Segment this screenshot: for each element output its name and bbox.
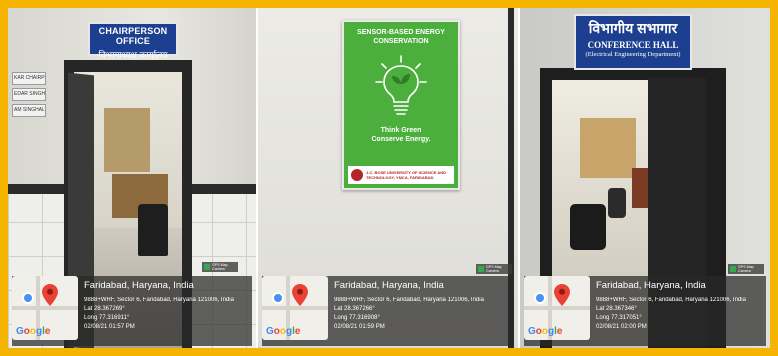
map-pin-icon xyxy=(554,284,570,306)
photo-conference-hall: विभागीय सभागार CONFERENCE HALL (Electric… xyxy=(520,8,770,348)
geotag-overlay: GPS Map Camera Google Faridabad, Haryana… xyxy=(12,262,252,346)
location-address: 9888+WRF, Sector 6, Faridabad, Haryana 1… xyxy=(596,297,746,303)
camera-app-icon xyxy=(478,266,484,272)
map-thumbnail: Google xyxy=(262,276,328,340)
office-sign: CHAIRPERSON OFFICE विभागाध्यक्ष कार्यालय xyxy=(88,22,178,60)
sign-department: (Electrical Engineering Department) xyxy=(585,51,681,58)
google-logo: Google xyxy=(528,326,563,337)
location-dot-icon xyxy=(534,292,546,304)
timestamp: 02/08/21 01:59 PM xyxy=(334,324,385,330)
name-plaque: EDAR SINGH xyxy=(12,88,46,101)
gps-camera-badge: GPS Map Camera xyxy=(476,264,512,274)
office-chair xyxy=(570,204,606,250)
photo-energy-board: SENSOR-BASED ENERGY CONSERVATION Think G… xyxy=(258,8,518,348)
geotag-overlay: GPS Map Camera Google Faridabad, Haryana… xyxy=(262,264,514,346)
energy-conservation-board: SENSOR-BASED ENERGY CONSERVATION Think G… xyxy=(342,20,460,190)
lightbulb-icon xyxy=(375,55,427,115)
name-plaque: KAR CHAIRPERSON xyxy=(12,72,46,85)
location-address: 9888+WRF, Sector 6, Faridabad, Haryana 1… xyxy=(84,297,234,303)
location-address: 9888+WRF, Sector 6, Faridabad, Haryana 1… xyxy=(334,297,484,303)
map-pin-icon xyxy=(42,284,58,306)
longitude: Long 77.316908° xyxy=(334,315,380,321)
location-city: Faridabad, Haryana, India xyxy=(334,280,444,291)
latitude: Lat 28.367346° xyxy=(596,306,637,312)
timestamp: 02/08/21 01:57 PM xyxy=(84,324,135,330)
sign-title: CONFERENCE HALL xyxy=(587,40,679,50)
location-city: Faridabad, Haryana, India xyxy=(596,280,706,291)
name-plaque: AM SINGHAL xyxy=(12,104,46,117)
gps-camera-badge: GPS Map Camera xyxy=(728,264,764,274)
gps-camera-badge: GPS Map Camera xyxy=(202,262,238,272)
board-title: SENSOR-BASED ENERGY CONSERVATION xyxy=(357,29,445,45)
sign-hindi: विभागीय सभागार xyxy=(588,20,678,36)
longitude: Long 77.317051° xyxy=(596,315,642,321)
latitude: Lat 28.367269° xyxy=(84,306,125,312)
latitude: Lat 28.367266° xyxy=(334,306,375,312)
curtain xyxy=(580,118,636,178)
sign-subtitle: विभागाध्यक्ष कार्यालय xyxy=(98,50,168,60)
camera-app-icon xyxy=(204,264,210,270)
chair xyxy=(608,188,626,218)
map-thumbnail: Google xyxy=(12,276,78,340)
map-thumbnail: Google xyxy=(524,276,590,340)
geotag-overlay: GPS Map Camera Google Faridabad, Haryana… xyxy=(524,264,766,346)
google-logo: Google xyxy=(266,326,301,337)
photo-collage: KAR CHAIRPERSON EDAR SINGH AM SINGHAL CH… xyxy=(8,8,770,348)
sign-title: CHAIRPERSON OFFICE xyxy=(98,26,168,46)
location-dot-icon xyxy=(272,292,284,304)
university-seal-icon xyxy=(351,169,363,181)
camera-app-icon xyxy=(730,266,736,272)
office-chair xyxy=(138,204,168,256)
location-dot-icon xyxy=(22,292,34,304)
conference-hall-sign: विभागीय सभागार CONFERENCE HALL (Electric… xyxy=(574,14,692,70)
curtain xyxy=(104,108,150,172)
university-footer: J.C. BOSE UNIVERSITY OF SCIENCE AND TECH… xyxy=(348,166,454,184)
timestamp: 02/08/21 02:00 PM xyxy=(596,324,647,330)
board-message: Think Green Conserve Energy. xyxy=(371,127,431,143)
location-city: Faridabad, Haryana, India xyxy=(84,280,194,291)
longitude: Long 77.316911° xyxy=(84,315,130,321)
map-pin-icon xyxy=(292,284,308,306)
photo-chairperson-office: KAR CHAIRPERSON EDAR SINGH AM SINGHAL CH… xyxy=(8,8,256,348)
google-logo: Google xyxy=(16,326,51,337)
